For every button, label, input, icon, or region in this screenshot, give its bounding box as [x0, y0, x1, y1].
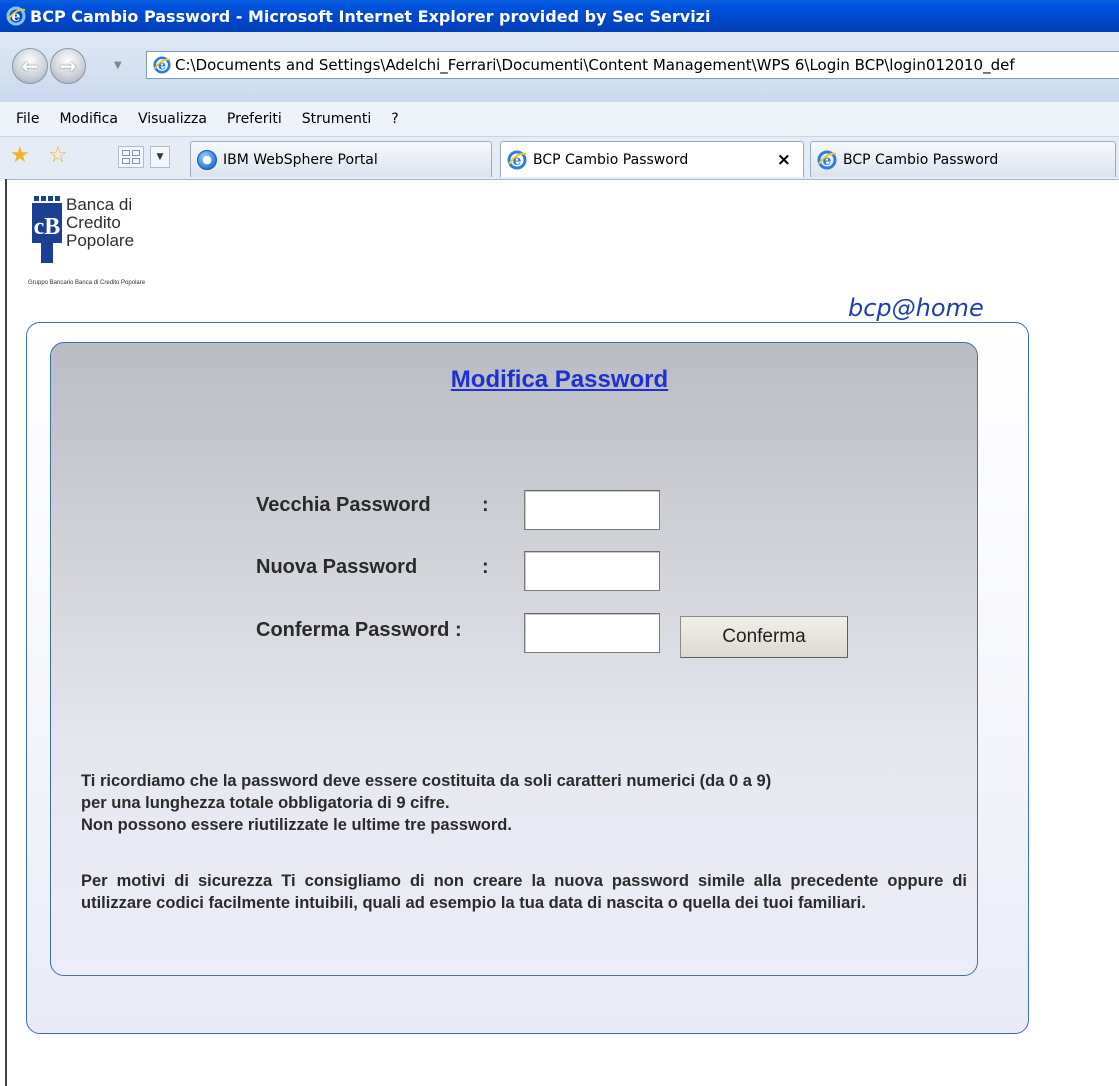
- ie-icon: e: [817, 150, 837, 170]
- menu-visualizza[interactable]: Visualizza: [138, 111, 207, 127]
- navigation-bar: ← → ▼ e C:\Documents and Settings\Adelch…: [0, 32, 1119, 102]
- brand-slogan: bcp@home: [848, 294, 984, 322]
- quick-tabs-icon[interactable]: [118, 146, 144, 168]
- logo-tagline: Gruppo Bancario Banca di Credito Popolar…: [28, 280, 146, 286]
- tab-bar: ★ ☆ ▼ ● IBM WebSphere Portal e BCP Cambi…: [0, 137, 1119, 180]
- back-arrow-icon: ←: [21, 54, 39, 78]
- confirm-password-field[interactable]: [524, 613, 660, 653]
- address-field[interactable]: e C:\Documents and Settings\Adelchi_Ferr…: [146, 51, 1119, 79]
- menu-strumenti[interactable]: Strumenti: [302, 111, 372, 127]
- add-favorite-icon[interactable]: ☆: [48, 145, 68, 167]
- security-paragraph: Per motivi di sicurezza Ti consigliamo d…: [81, 872, 967, 912]
- menu-help[interactable]: ?: [391, 111, 398, 127]
- address-text: C:\Documents and Settings\Adelchi_Ferrar…: [175, 56, 1015, 74]
- tab-label: IBM WebSphere Portal: [223, 151, 378, 168]
- old-password-colon: :: [482, 494, 489, 516]
- menu-preferiti[interactable]: Preferiti: [227, 111, 282, 127]
- confirm-password-label: Conferma Password :: [256, 619, 462, 641]
- rules-line-1: Ti ricordiamo che la password deve esser…: [81, 772, 772, 790]
- new-password-colon: :: [482, 556, 489, 578]
- rules-line-3: Non possono essere riutilizzate le ultim…: [81, 816, 512, 834]
- page-title: Modifica Password: [450, 366, 669, 393]
- history-dropdown-icon[interactable]: ▼: [114, 60, 122, 71]
- menu-file[interactable]: File: [16, 111, 39, 127]
- back-button[interactable]: ←: [12, 48, 48, 84]
- page-ie-icon: e: [153, 56, 171, 74]
- tab-list-dropdown-icon[interactable]: ▼: [150, 146, 170, 168]
- old-password-label: Vecchia Password: [256, 494, 431, 516]
- close-tab-icon[interactable]: ×: [777, 150, 791, 170]
- security-advice-text: Per motivi di sicurezza Ti consigliamo d…: [81, 870, 967, 914]
- globe-icon: ●: [197, 149, 217, 170]
- tab-label: BCP Cambio Password: [843, 151, 999, 168]
- rules-line-2: per una lunghezza totale obbligatoria di…: [81, 794, 450, 812]
- new-password-field[interactable]: [524, 551, 660, 591]
- old-password-field[interactable]: [524, 490, 660, 530]
- password-rules-text: Ti ricordiamo che la password deve esser…: [81, 770, 967, 836]
- ie-icon: e: [507, 150, 527, 170]
- forward-button[interactable]: →: [50, 48, 86, 84]
- tab-bcp-cambio-password[interactable]: e BCP Cambio Password: [810, 141, 1116, 177]
- svg-text:cB: cB: [34, 214, 61, 240]
- tab-bcp-cambio-password-active[interactable]: e BCP Cambio Password ×: [500, 141, 804, 177]
- new-password-label: Nuova Password: [256, 556, 418, 578]
- window-left-edge: [0, 179, 7, 1086]
- window-title-bar[interactable]: e BCP Cambio Password - Microsoft Intern…: [0, 0, 1119, 32]
- bcp-logo-mark-icon: cB: [32, 196, 62, 263]
- tab-ibm-websphere-portal[interactable]: ● IBM WebSphere Portal: [190, 141, 492, 177]
- window-title: BCP Cambio Password - Microsoft Internet…: [30, 6, 711, 26]
- favorites-center-icon[interactable]: ★: [10, 145, 30, 167]
- menu-modifica[interactable]: Modifica: [59, 111, 118, 127]
- tab-label: BCP Cambio Password: [533, 151, 689, 168]
- logo-line-2: Credito: [66, 213, 121, 232]
- ie-logo-icon: e: [6, 6, 26, 26]
- forward-arrow-icon: →: [59, 54, 77, 78]
- menu-bar: File Modifica Visualizza Preferiti Strum…: [0, 102, 1119, 137]
- logo-line-3: Popolare: [66, 231, 135, 250]
- confirm-button[interactable]: Conferma: [680, 616, 848, 658]
- logo-line-1: Banca di: [66, 195, 133, 214]
